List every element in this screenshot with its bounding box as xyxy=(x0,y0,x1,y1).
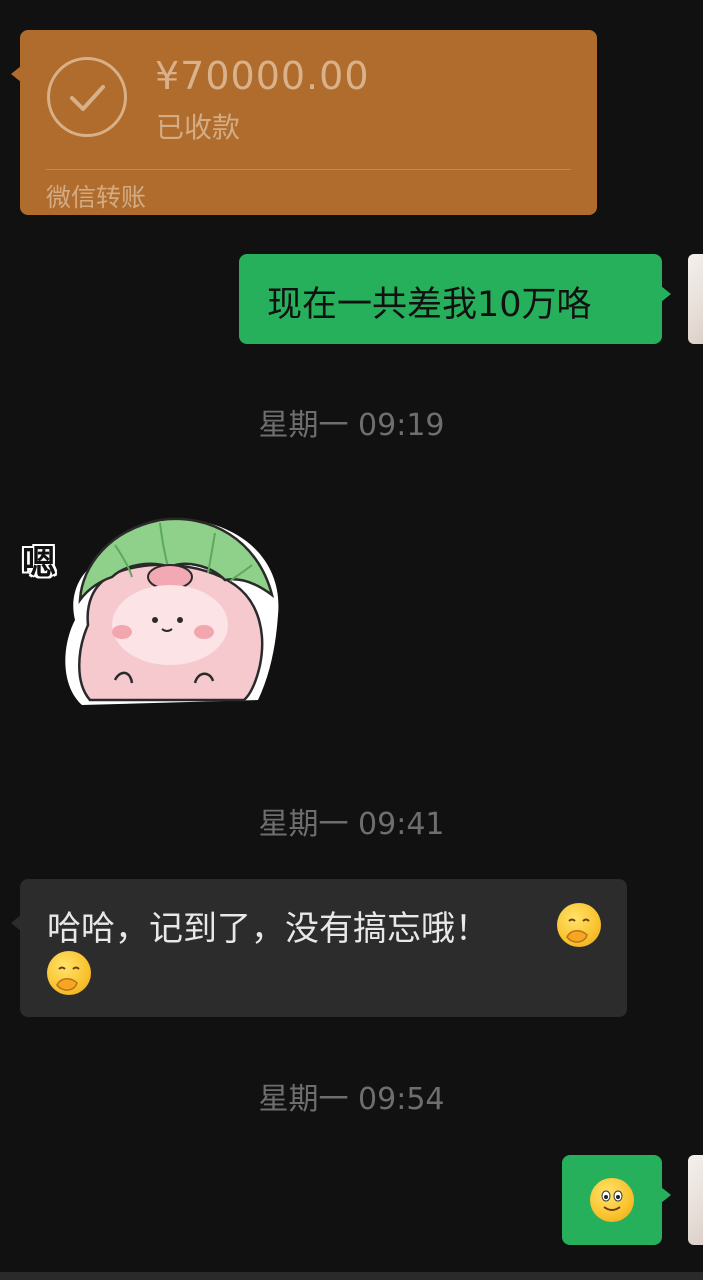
my-avatar[interactable] xyxy=(688,1155,703,1245)
bubble-tail xyxy=(661,286,671,302)
received-message-bubble[interactable]: 哈哈，记到了，没有搞忘哦！ xyxy=(11,879,627,1017)
bubble-tail xyxy=(11,66,21,82)
sticker-caption: 嗯 xyxy=(22,543,56,583)
hand-over-mouth-emoji-icon xyxy=(557,903,601,947)
sent-message-bubble[interactable] xyxy=(562,1155,671,1245)
sent-message-bubble[interactable]: 现在一共差我10万咯 xyxy=(239,254,671,344)
bubble-tail xyxy=(661,1187,671,1203)
sticker-message[interactable]: 嗯 xyxy=(20,505,285,720)
smiley-face-emoji-icon xyxy=(590,1178,634,1222)
bubble-tail xyxy=(11,915,21,931)
my-avatar[interactable] xyxy=(688,254,703,344)
message-text: 哈哈，记到了，没有搞忘哦！ xyxy=(47,909,489,949)
hand-over-mouth-emoji-icon xyxy=(47,951,91,995)
transfer-divider xyxy=(46,169,571,170)
message-text: 现在一共差我10万咯 xyxy=(267,285,592,325)
input-bar-edge xyxy=(0,1272,703,1280)
pink-character-sticker-icon xyxy=(65,517,279,705)
transfer-brand-label: 微信转账 xyxy=(46,183,147,212)
timestamp: 星期一 09:41 xyxy=(258,807,445,842)
check-circle-icon xyxy=(47,57,127,137)
timestamp: 星期一 09:19 xyxy=(258,408,445,443)
timestamp: 星期一 09:54 xyxy=(258,1082,445,1117)
transfer-message-card[interactable]: ¥70000.00 已收款 微信转账 xyxy=(11,30,597,215)
transfer-status: 已收款 xyxy=(156,111,241,144)
transfer-amount: ¥70000.00 xyxy=(155,54,370,98)
